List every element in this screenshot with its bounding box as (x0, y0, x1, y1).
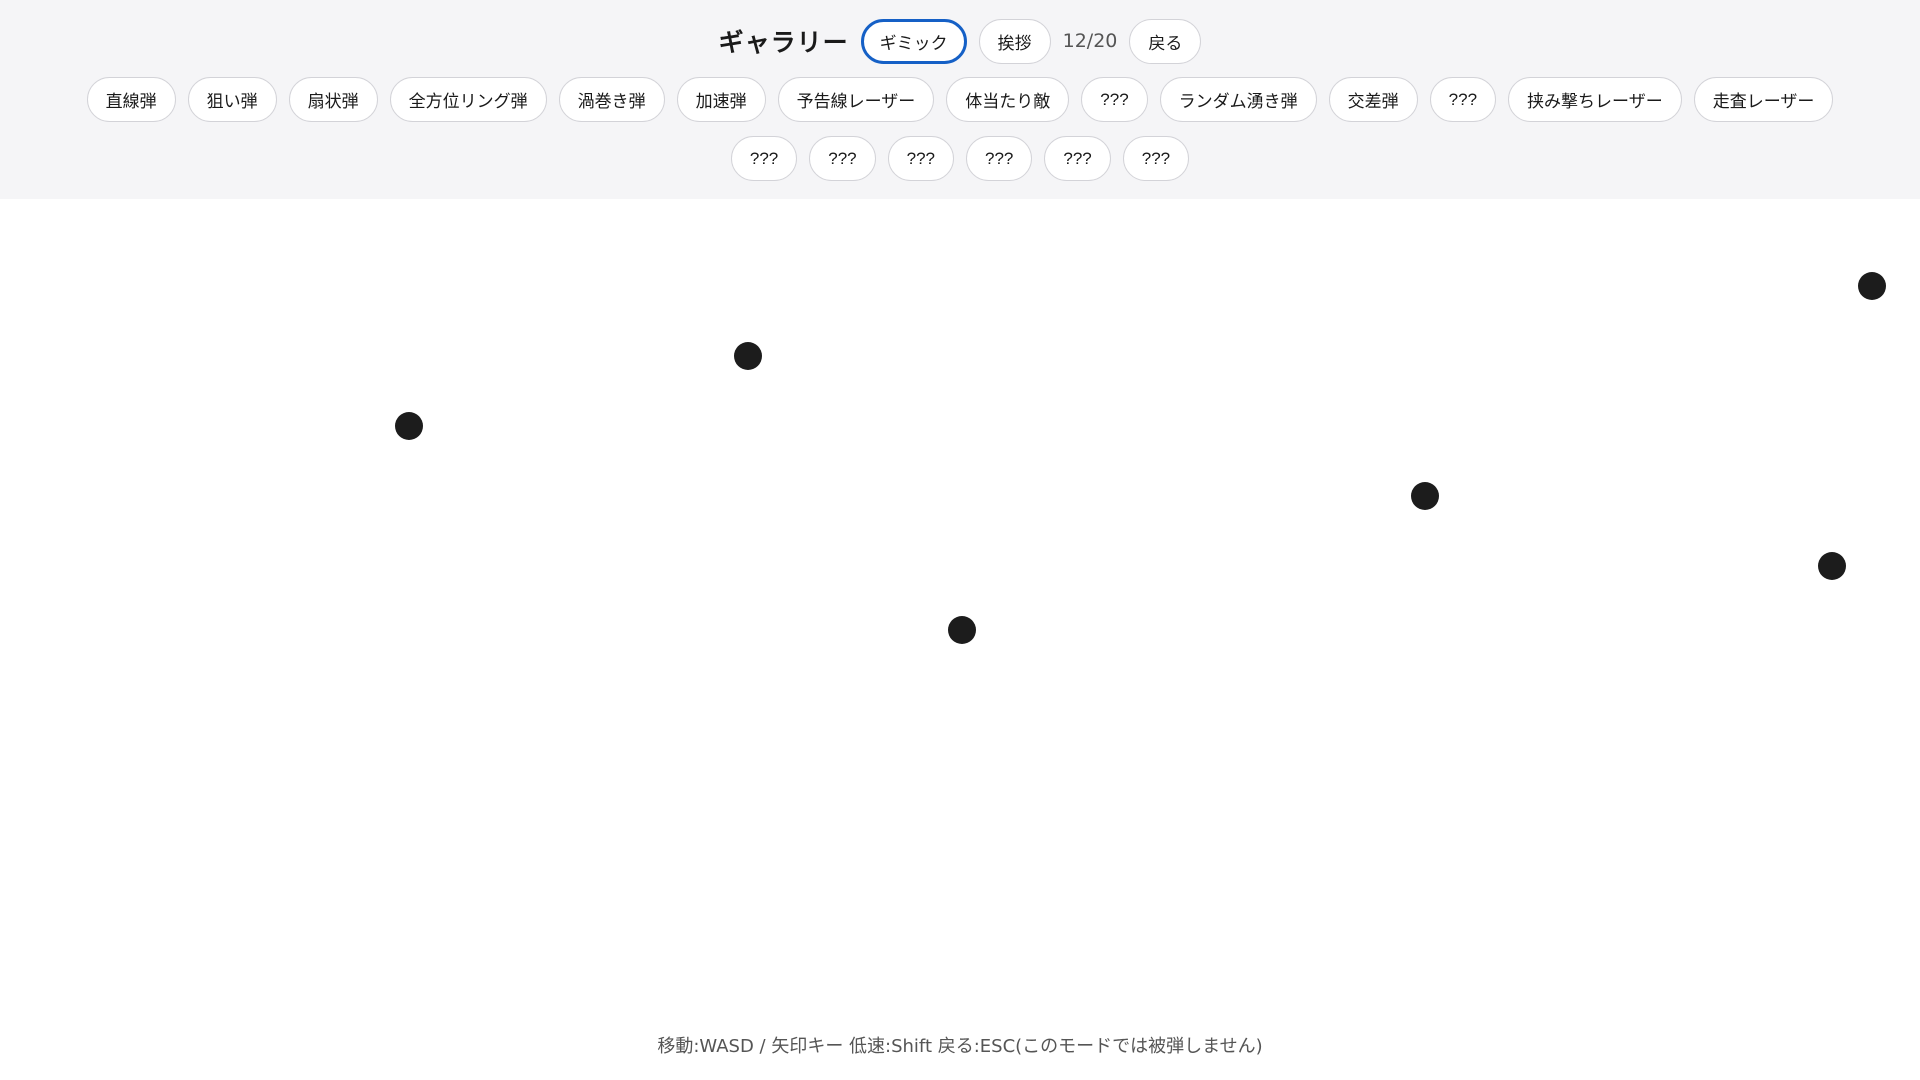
unlock-counter: 12/20 (1062, 30, 1118, 52)
pattern-button[interactable]: 狙い弾 (187, 77, 277, 122)
pattern-button[interactable]: 走査レーザー (1693, 77, 1834, 122)
pattern-button[interactable]: 全方位リング弾 (389, 77, 547, 122)
greeting-mode-button[interactable]: 挨拶 (978, 18, 1051, 64)
title-row: ギャラリー ギミック 挨拶 12/20 戻る (0, 18, 1920, 64)
pattern-row-1: 直線弾 狙い弾 扇状弾 全方位リング弾 渦巻き弾 加速弾 予告線レーザー 体当た… (0, 77, 1920, 122)
pattern-button-locked[interactable]: ??? (966, 136, 1033, 181)
gallery-header: ギャラリー ギミック 挨拶 12/20 戻る 直線弾 狙い弾 扇状弾 全方位リン… (0, 0, 1920, 199)
bullet (948, 616, 976, 644)
pattern-button[interactable]: 交差弾 (1328, 77, 1418, 122)
bullet (1411, 482, 1439, 510)
pattern-button[interactable]: ランダム湧き弾 (1159, 77, 1317, 122)
pattern-button[interactable]: 加速弾 (676, 77, 766, 122)
pattern-button[interactable]: 直線弾 (86, 77, 176, 122)
pattern-button[interactable]: 体当たり敵 (946, 77, 1070, 122)
bullet (734, 342, 762, 370)
controls-help-text: 移動:WASD / 矢印キー 低速:Shift 戻る:ESC(このモードでは被弾… (657, 1036, 1263, 1057)
pattern-button[interactable]: 扇状弾 (288, 77, 378, 122)
pattern-button[interactable]: 予告線レーザー (777, 77, 935, 122)
pattern-button[interactable]: 渦巻き弾 (558, 77, 665, 122)
game-stage[interactable] (0, 199, 1920, 1025)
back-button[interactable]: 戻る (1129, 18, 1202, 64)
pattern-button-locked[interactable]: ??? (730, 136, 798, 181)
pattern-button-locked[interactable]: ??? (809, 136, 876, 181)
pattern-button-locked[interactable]: ??? (1429, 77, 1497, 122)
gimmick-mode-button[interactable]: ギミック (860, 18, 967, 64)
pattern-button-locked[interactable]: ??? (1081, 77, 1148, 122)
pattern-button-locked[interactable]: ??? (1122, 136, 1190, 181)
pattern-button-locked[interactable]: ??? (887, 136, 954, 181)
bullet (1818, 552, 1846, 580)
pattern-button[interactable]: 挟み撃ちレーザー (1508, 77, 1682, 122)
pattern-button-locked[interactable]: ??? (1044, 136, 1111, 181)
pattern-row-2: ??? ??? ??? ??? ??? ??? (0, 136, 1920, 181)
bullet (1858, 272, 1886, 300)
bullet (395, 412, 423, 440)
page-title: ギャラリー (718, 28, 849, 57)
